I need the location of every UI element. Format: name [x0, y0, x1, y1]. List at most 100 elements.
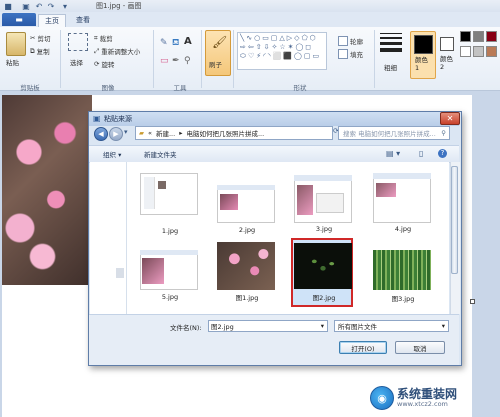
forward-icon[interactable]: ▶ — [109, 127, 123, 141]
filename-input[interactable]: 图2.jpg ▾ — [208, 320, 328, 332]
file-name: 图2.jpg — [312, 294, 336, 302]
watermark-url: www.xtcz2.com — [397, 400, 448, 408]
palette-swatch[interactable] — [486, 46, 497, 57]
file-name: 5.jpg — [161, 293, 179, 301]
crop-icon: ⌗ — [94, 33, 98, 42]
size-icon[interactable] — [380, 33, 402, 52]
fill-icon — [338, 49, 348, 59]
open-button[interactable]: 打开(O) — [339, 341, 387, 354]
pencil-icon[interactable]: ✎ — [160, 38, 168, 48]
chevron-down-icon: ▾ — [441, 322, 445, 330]
view-options-icon[interactable]: ▤ ▾ — [386, 149, 400, 158]
palette-swatch[interactable] — [486, 31, 497, 42]
palette-swatch[interactable] — [460, 46, 471, 57]
search-icon: ⚲ — [441, 129, 446, 137]
close-icon[interactable]: ✕ — [440, 112, 460, 125]
organize-button[interactable]: 组织 ▾ — [103, 149, 121, 159]
scrollbar-thumb[interactable] — [451, 166, 458, 274]
file-name: 4.jpg — [394, 225, 412, 233]
palette-swatch[interactable] — [473, 31, 484, 42]
new-folder-button[interactable]: 新建文件夹 — [144, 149, 177, 159]
outline-button[interactable]: 轮廓 — [338, 36, 363, 46]
color-palette[interactable] — [460, 31, 500, 59]
help-icon[interactable]: ? — [438, 149, 447, 158]
select-icon[interactable] — [68, 33, 88, 51]
file-item[interactable]: 5.jpg — [140, 250, 200, 301]
file-thumbnail — [373, 173, 431, 223]
scissors-icon: ✂ — [30, 34, 36, 42]
file-item[interactable]: 图3.jpg — [373, 250, 433, 303]
size-button[interactable]: 粗细 — [384, 62, 397, 72]
file-item[interactable]: 3.jpg — [294, 175, 354, 233]
app-menu-icon[interactable]: ■ — [3, 1, 13, 11]
magnifier-icon[interactable]: ⚲ — [184, 56, 191, 66]
tab-view[interactable]: 查看 — [70, 14, 96, 26]
tab-home[interactable]: 主页 — [38, 14, 66, 27]
color-picker-icon[interactable]: ✒ — [172, 56, 180, 66]
select-button[interactable]: 选择 — [70, 57, 83, 67]
breadcrumb-new[interactable]: 新建... — [156, 128, 175, 138]
resize-icon: ⤢ — [94, 46, 100, 55]
copy-icon: ⧉ — [30, 46, 35, 55]
text-tool-icon[interactable]: A — [184, 36, 192, 47]
eraser-icon[interactable]: ▭ — [160, 56, 169, 66]
file-item[interactable]: 图1.jpg — [217, 242, 277, 302]
search-input[interactable]: 搜索 电脑如何把几张照片拼成... ⚲ — [338, 126, 450, 140]
dialog-title-bar[interactable] — [89, 112, 459, 126]
resize-button[interactable]: ⤢ 重新调整大小 — [94, 46, 140, 57]
file-menu-button[interactable]: ▬ — [2, 13, 36, 26]
window-title: 图1.jpg - 画图 — [96, 2, 142, 10]
undo-icon[interactable]: ↶ — [34, 1, 44, 11]
brushes-button[interactable]: 🖌 刷子 — [205, 30, 231, 76]
palette-swatch[interactable] — [473, 46, 484, 57]
separator — [233, 30, 234, 88]
blossom-photo — [2, 95, 92, 285]
paste-icon[interactable] — [6, 32, 26, 56]
watermark: ◉ 系统重装网 www.xtcz2.com — [370, 384, 498, 412]
file-item[interactable]: 1.jpg — [140, 173, 200, 235]
file-item[interactable]: 4.jpg — [373, 173, 433, 233]
chevron-down-icon: ▾ — [320, 322, 324, 330]
separator — [153, 30, 154, 88]
back-icon[interactable]: ◀ — [94, 127, 108, 141]
separator — [60, 30, 61, 88]
brush-icon: 🖌 — [212, 35, 228, 49]
file-name: 图1.jpg — [235, 294, 259, 302]
qat-dropdown-icon[interactable]: ▾ — [60, 1, 70, 11]
cancel-button[interactable]: 取消 — [395, 341, 445, 354]
file-thumbnail — [217, 242, 275, 290]
copy-button[interactable]: ⧉ 复制 — [30, 46, 50, 57]
file-item[interactable]: 图2.jpg — [294, 243, 354, 302]
crop-button[interactable]: ⌗ 裁剪 — [94, 33, 113, 44]
canvas-resize-handle[interactable] — [470, 299, 475, 304]
address-bar[interactable]: ▰ « 新建... ▸ 电脑如何把几张照片拼成... — [135, 126, 333, 140]
preview-pane-icon[interactable]: ▯ — [419, 149, 423, 158]
file-name: 2.jpg — [238, 226, 256, 234]
file-name: 3.jpg — [315, 225, 333, 233]
recent-dropdown-icon[interactable]: ▾ — [124, 128, 128, 136]
file-thumbnail — [140, 173, 198, 215]
dialog-icon: ▣ — [93, 114, 101, 123]
save-icon[interactable]: ▣ — [21, 1, 31, 11]
navigation-pane[interactable] — [90, 162, 127, 314]
file-thumbnail — [217, 185, 275, 223]
separator — [201, 30, 202, 88]
rotate-icon: ⟳ — [94, 60, 100, 68]
fill-bucket-icon[interactable]: ⛾ — [172, 38, 179, 49]
fill-button[interactable]: 填充 — [338, 49, 363, 59]
palette-swatch[interactable] — [460, 31, 471, 42]
file-name: 1.jpg — [161, 227, 179, 235]
redo-icon[interactable]: ↷ — [46, 1, 56, 11]
filename-label: 文件名(N): — [170, 324, 202, 332]
color2-button[interactable]: 颜色 2 — [438, 31, 456, 77]
rotate-button[interactable]: ⟳ 旋转 — [94, 59, 114, 69]
shapes-gallery[interactable]: ╲∿○▭▢△▷◇⬠⬡ ⇨⇦⇧⇩✧☆✶◯◻ ⬭♡⚡◜◝⬜⬛◯▢▭ — [237, 32, 327, 70]
nav-scrollbar[interactable] — [116, 268, 124, 278]
filetype-select[interactable]: 所有图片文件 ▾ — [334, 320, 449, 332]
cut-button[interactable]: ✂ 剪切 — [30, 33, 50, 43]
color1-button[interactable]: 颜色 1 — [410, 31, 436, 79]
file-item[interactable]: 2.jpg — [217, 185, 277, 234]
paste-button[interactable]: 粘贴 — [6, 57, 19, 67]
breadcrumb-folder[interactable]: 电脑如何把几张照片拼成... — [186, 128, 264, 138]
color1-swatch — [414, 35, 433, 54]
